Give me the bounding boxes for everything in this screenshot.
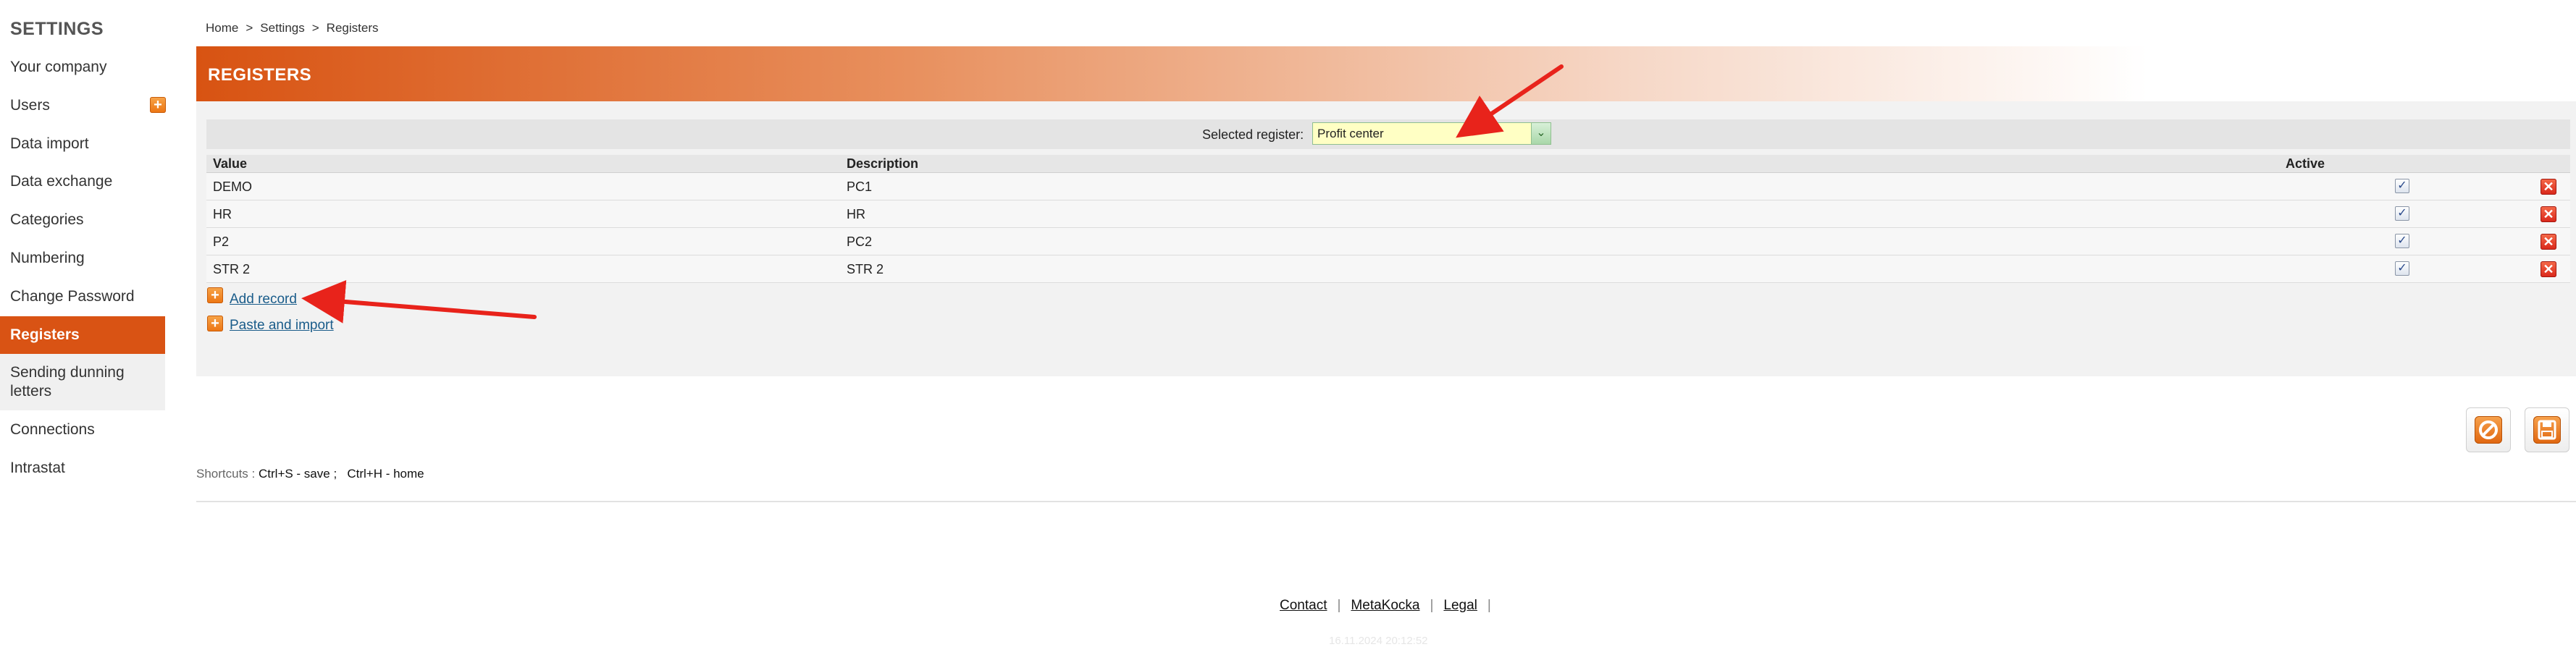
cell-description: PC2 xyxy=(847,234,873,249)
save-icon xyxy=(2533,416,2561,444)
cell-description: PC1 xyxy=(847,179,873,194)
cancel-button[interactable] xyxy=(2466,407,2511,452)
cell-value: DEMO xyxy=(213,179,252,194)
table-header: Value Description Active xyxy=(206,155,2570,173)
cell-description: HR xyxy=(847,207,865,221)
cell-value: HR xyxy=(213,207,232,221)
footer-link-legal[interactable]: Legal xyxy=(1443,598,1477,613)
paste-and-import-link[interactable]: Paste and import xyxy=(230,318,334,334)
sidebar-item-data-import[interactable]: Data import xyxy=(0,135,165,153)
sidebar-item-sending-dunning-letters[interactable]: Sending dunning letters xyxy=(0,354,165,410)
save-button[interactable] xyxy=(2525,407,2569,452)
page-header: REGISTERS xyxy=(196,46,2576,101)
plus-icon[interactable]: + xyxy=(207,287,223,303)
active-checkbox[interactable]: ✓ xyxy=(2395,234,2409,248)
table-row: HR HR ✓ ✕ xyxy=(206,200,2570,228)
active-checkbox[interactable]: ✓ xyxy=(2395,206,2409,221)
plus-icon[interactable]: + xyxy=(207,316,223,331)
breadcrumb-registers: Registers xyxy=(326,21,379,35)
shortcut-save: Ctrl+S - save ; xyxy=(259,467,337,481)
cell-value: STR 2 xyxy=(213,262,251,276)
footer-separator: | xyxy=(1487,598,1491,613)
table-row: DEMO PC1 ✓ ✕ xyxy=(206,173,2570,200)
sidebar-title: SETTINGS xyxy=(10,19,104,39)
footer-separator: | xyxy=(1337,598,1341,613)
table-row: STR 2 STR 2 ✓ ✕ xyxy=(206,255,2570,283)
sidebar-item-numbering[interactable]: Numbering xyxy=(0,249,165,268)
breadcrumb-home[interactable]: Home xyxy=(206,21,238,35)
plus-icon[interactable]: + xyxy=(150,97,166,113)
column-header-active: Active xyxy=(2286,156,2325,171)
sidebar-item-change-password[interactable]: Change Password xyxy=(0,287,165,306)
breadcrumb-separator: > xyxy=(246,21,253,35)
footer-link-metakocka[interactable]: MetaKocka xyxy=(1351,598,1419,613)
register-select[interactable]: Profit center ⌄ xyxy=(1312,122,1551,145)
chevron-down-icon[interactable]: ⌄ xyxy=(1531,123,1551,144)
sidebar-item-categories[interactable]: Categories xyxy=(0,211,165,229)
footer-links: Contact | MetaKocka | Legal | xyxy=(1280,598,1501,614)
delete-icon[interactable]: ✕ xyxy=(2541,234,2556,250)
cancel-icon xyxy=(2475,416,2502,444)
cell-value: P2 xyxy=(213,234,230,249)
active-checkbox[interactable]: ✓ xyxy=(2395,261,2409,276)
sidebar: SETTINGS Your company Users + Data impor… xyxy=(0,0,166,646)
footer-timestamp: 16.11.2024 20:12:52 xyxy=(1329,635,1428,647)
divider xyxy=(196,501,2576,502)
delete-icon[interactable]: ✕ xyxy=(2541,206,2556,222)
column-header-description: Description xyxy=(847,156,919,171)
sidebar-item-your-company[interactable]: Your company xyxy=(0,58,165,77)
sidebar-item-intrastat[interactable]: Intrastat xyxy=(0,459,165,478)
shortcuts: Shortcuts : Ctrl+S - save ; Ctrl+H - hom… xyxy=(196,467,424,481)
breadcrumb-separator: > xyxy=(311,21,319,35)
sidebar-item-data-exchange[interactable]: Data exchange xyxy=(0,172,165,191)
shortcuts-label: Shortcuts : xyxy=(196,467,256,481)
cell-description: STR 2 xyxy=(847,262,884,276)
sidebar-item-users[interactable]: Users xyxy=(0,96,165,115)
footer-link-contact[interactable]: Contact xyxy=(1280,598,1327,613)
shortcut-home: Ctrl+H - home xyxy=(347,467,424,481)
active-checkbox[interactable]: ✓ xyxy=(2395,179,2409,193)
page-title: REGISTERS xyxy=(208,65,312,85)
sidebar-item-connections[interactable]: Connections xyxy=(0,420,165,439)
table-row: P2 PC2 ✓ ✕ xyxy=(206,228,2570,255)
add-record-link[interactable]: Add record xyxy=(230,292,297,308)
column-header-value: Value xyxy=(213,156,248,171)
sidebar-item-label: Users xyxy=(10,97,50,114)
breadcrumb: Home > Settings > Registers xyxy=(206,21,378,35)
register-label: Selected register: xyxy=(1202,127,1304,142)
sidebar-item-registers[interactable]: Registers xyxy=(0,316,165,354)
delete-icon[interactable]: ✕ xyxy=(2541,261,2556,277)
breadcrumb-settings[interactable]: Settings xyxy=(260,21,304,35)
delete-icon[interactable]: ✕ xyxy=(2541,179,2556,195)
footer-separator: | xyxy=(1430,598,1434,613)
register-select-value: Profit center xyxy=(1317,127,1384,140)
